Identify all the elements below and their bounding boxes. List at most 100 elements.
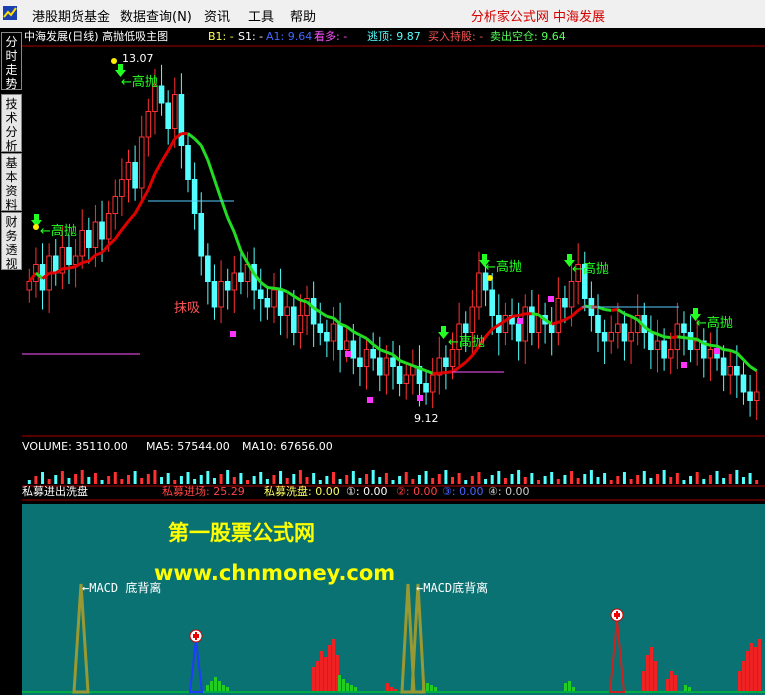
candle-body <box>515 323 522 342</box>
candle-body <box>105 213 112 240</box>
tab-technical[interactable]: 技术分析 <box>1 94 22 153</box>
volume-bar <box>556 479 560 484</box>
menu-help[interactable]: 帮助 <box>290 6 316 25</box>
volume-bar <box>173 480 177 484</box>
ma-segment <box>62 266 70 271</box>
window-title: 分析家公式网 中海发展 <box>470 10 605 25</box>
sell-signal-label-6: ←高抛 <box>696 315 733 331</box>
ma-segment <box>273 286 281 291</box>
volume-bar <box>179 476 183 484</box>
menu-tools[interactable]: 工具 <box>248 6 274 25</box>
candle-body <box>555 298 562 333</box>
volume-bar <box>93 473 97 484</box>
candle-body <box>720 357 727 376</box>
indicator-bar <box>738 671 741 691</box>
ma-segment <box>663 335 671 340</box>
indicator-bar <box>426 683 429 691</box>
volume-bar <box>265 479 269 484</box>
high-price-label: 13.07 <box>122 52 154 65</box>
volume-bar <box>490 475 494 484</box>
indicator-bar <box>338 675 341 691</box>
volume-bar <box>523 477 527 484</box>
volume-bar <box>212 478 216 484</box>
volume-bar <box>226 470 230 484</box>
candle-body <box>350 340 357 359</box>
indicator-bar <box>684 685 687 691</box>
candle-body <box>740 374 747 393</box>
indicator-bar <box>316 661 319 691</box>
candle-body <box>211 281 218 308</box>
menu-news[interactable]: 资讯 <box>204 6 230 25</box>
candle-body <box>291 306 297 333</box>
candle-body <box>747 391 753 401</box>
ma-segment <box>326 314 334 320</box>
ma-segment <box>611 308 619 312</box>
candle-body <box>92 221 99 248</box>
candle-body <box>648 332 654 350</box>
tab-financials[interactable]: 财务透视 <box>1 212 22 271</box>
volume-bar <box>279 471 283 484</box>
volume-bar <box>391 480 395 484</box>
volume-bar <box>695 472 699 484</box>
volume-bar <box>708 475 712 484</box>
low-price-label: 9.12 <box>414 412 439 425</box>
ma-segment <box>670 335 678 340</box>
indicator-bar <box>646 655 649 691</box>
sidebar: 分时走势 技术分析 基本资料 财务透视 <box>0 28 23 695</box>
candle-body <box>66 247 72 265</box>
macd-label-left: ←MACD 底背离 <box>82 580 161 595</box>
candle-body <box>145 111 152 138</box>
candle-body <box>734 366 740 376</box>
indicator-bar <box>386 683 389 691</box>
indicator-bar <box>320 651 323 691</box>
volume-bar <box>424 471 428 484</box>
candle-body <box>284 306 291 316</box>
indicator-bar <box>564 683 567 691</box>
volume-bar <box>384 473 388 484</box>
candle-body <box>562 298 568 308</box>
indicator-bar <box>742 661 745 691</box>
volume-bar <box>682 480 686 484</box>
volume-bar <box>285 478 289 484</box>
indicator-v1: ①: 0.00 <box>346 485 388 498</box>
indicator-bar <box>324 657 327 691</box>
indicator-name: 私募进出洗盘 <box>22 484 88 498</box>
volume-bar <box>120 479 124 484</box>
indicator-bar <box>332 639 335 691</box>
volume-bar <box>735 470 739 484</box>
indicator-bar <box>206 685 209 691</box>
candle-body <box>178 94 185 146</box>
indicator-bar <box>390 687 393 691</box>
tab-intraday[interactable]: 分时走势 <box>1 32 22 91</box>
kline-chart[interactable]: 中海发展(日线) 高抛低吸主图 B1: - S1: - A1: 9.64 看多:… <box>22 28 765 695</box>
menu-hk-futures-funds[interactable]: 港股期货基金 <box>32 6 110 25</box>
candle-body <box>343 340 350 350</box>
volume-bar <box>252 476 256 484</box>
volume-bar <box>246 480 250 484</box>
candle-body <box>185 145 191 180</box>
volume-bar <box>365 474 369 484</box>
candle-body <box>621 323 628 342</box>
ma-segment <box>300 298 308 304</box>
candle-body <box>72 255 79 265</box>
candle-body <box>277 289 284 316</box>
menu-data-query[interactable]: 数据查询(N) <box>120 6 192 25</box>
indicator-bar <box>342 679 345 691</box>
a1-value: A1: 9.64 <box>266 30 312 43</box>
tao-ding-value: 逃顶: 9.87 <box>367 30 421 43</box>
ma-segment <box>677 335 685 340</box>
candle-body <box>601 332 608 342</box>
indicator-bar <box>328 645 331 691</box>
ma-segment <box>439 370 447 375</box>
indicator-v3: ③: 0.00 <box>442 485 484 498</box>
indicator-bar <box>214 677 217 691</box>
indicator-bar <box>750 643 753 691</box>
candle-body <box>667 349 674 359</box>
volume-bar <box>113 472 117 484</box>
candle-body <box>390 357 396 367</box>
candle-body <box>86 230 92 248</box>
volume-bar <box>431 478 435 484</box>
volume-bar <box>239 473 243 484</box>
volume-bar <box>669 477 673 484</box>
tab-fundamentals[interactable]: 基本资料 <box>1 153 22 212</box>
